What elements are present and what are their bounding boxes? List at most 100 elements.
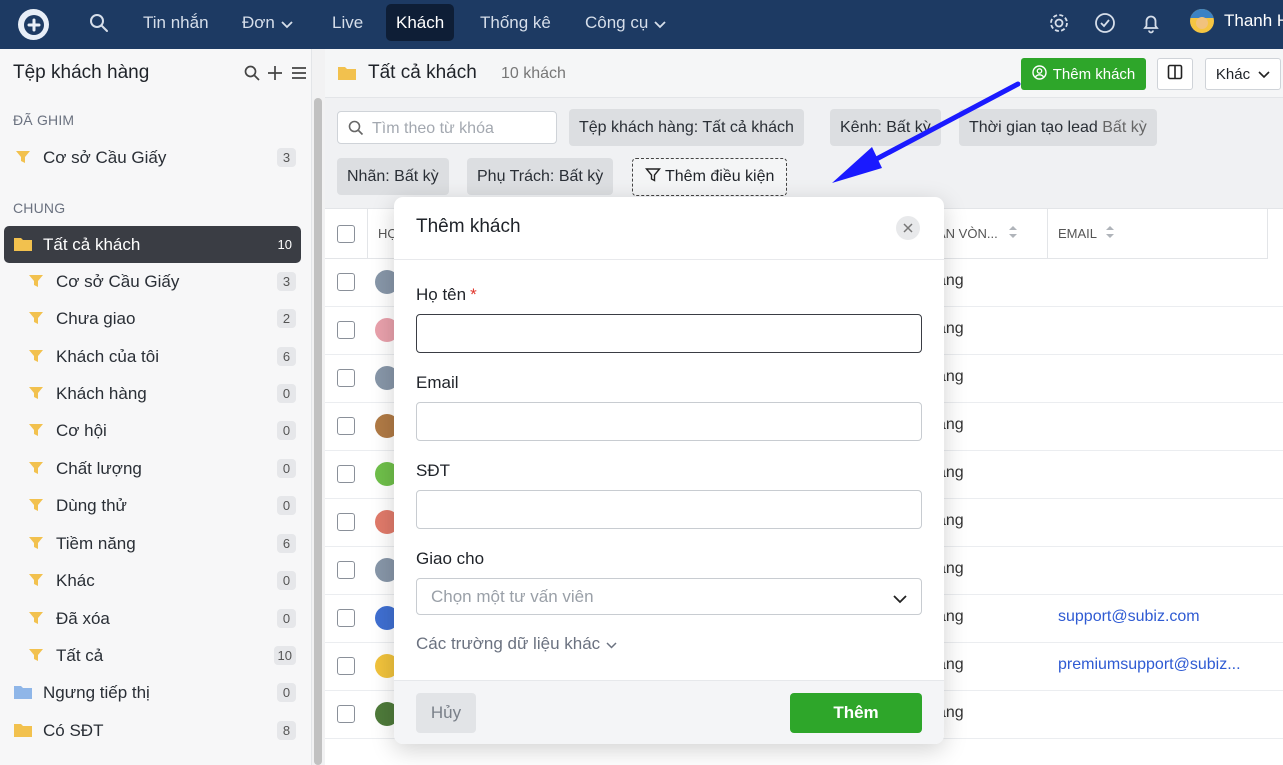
sidebar-item-label: Khách hàng [56, 384, 147, 403]
row-checkbox[interactable] [337, 465, 355, 483]
nav-messages[interactable]: Tin nhắn [133, 4, 219, 41]
row-checkbox[interactable] [337, 273, 355, 291]
column-header-stage[interactable]: ẠN VÒN... [937, 209, 1048, 259]
lead-time-filter-chip[interactable]: Thời gian tạo lead Bất kỳ [959, 109, 1157, 146]
add-condition-button[interactable]: Thêm điều kiện [632, 158, 788, 196]
sidebar-item[interactable]: Có SĐT 8 [4, 712, 301, 749]
sidebar-item[interactable]: Cơ hội 0 [4, 412, 301, 449]
filter-funnel-icon [28, 348, 44, 364]
sidebar-item-all-customers[interactable]: Tất cả khách 10 [4, 226, 301, 263]
sidebar-item[interactable]: Chất lượng 0 [4, 450, 301, 487]
columns-icon [1167, 64, 1183, 84]
row-email[interactable]: premiumsupport@subiz... [1058, 656, 1241, 674]
row-checkbox[interactable] [337, 657, 355, 675]
submit-add-button[interactable]: Thêm [790, 693, 922, 733]
keyword-search-input[interactable]: Tìm theo từ khóa [337, 111, 557, 144]
sidebar-pinned-item[interactable]: Cơ sở Cầu Giấy 3 [4, 139, 301, 176]
sidebar-item-count: 0 [277, 459, 296, 478]
row-checkbox[interactable] [337, 705, 355, 723]
name-field-label: Họ tên * [416, 285, 477, 305]
select-all-checkbox[interactable] [337, 224, 355, 243]
row-checkbox[interactable] [337, 561, 355, 579]
more-fields-label: Các trường dữ liệu khác [416, 634, 601, 653]
sidebar-item[interactable]: Khác 0 [4, 562, 301, 599]
search-icon[interactable] [89, 13, 109, 33]
close-icon[interactable] [896, 216, 920, 240]
tag-filter-chip[interactable]: Nhãn: Bất kỳ [337, 158, 449, 195]
layout-toggle-button[interactable] [1157, 58, 1193, 90]
filter-funnel-icon [28, 497, 44, 513]
name-input[interactable] [416, 314, 922, 353]
pinned-section-label: ĐÃ GHIM [13, 112, 75, 128]
nav-tools[interactable]: Công cụ [575, 4, 676, 41]
app-logo-icon[interactable] [18, 9, 49, 40]
nav-customers[interactable]: Khách [386, 4, 455, 41]
row-checkbox[interactable] [337, 417, 355, 435]
required-mark: * [470, 285, 477, 304]
lead-time-label: Thời gian tạo lead [969, 119, 1098, 136]
nav-live[interactable]: Live [322, 4, 373, 41]
add-customer-label: Thêm khách [1052, 65, 1136, 83]
sidebar-add-icon[interactable] [266, 64, 284, 82]
user-menu[interactable]: Thanh H [1190, 9, 1283, 33]
notification-bell-icon[interactable] [1140, 12, 1162, 34]
sidebar-item[interactable]: Đã xóa 0 [4, 600, 301, 637]
filter-funnel-icon [28, 647, 44, 663]
email-input[interactable] [416, 402, 922, 441]
sidebar-scrollbar[interactable] [312, 49, 325, 765]
sidebar-item-count: 6 [277, 534, 296, 553]
sidebar-item-count: 3 [277, 148, 296, 167]
settings-gear-icon[interactable] [1048, 12, 1070, 34]
sidebar-item[interactable]: Khách của tôi 6 [4, 338, 301, 375]
sidebar-item-count: 2 [277, 309, 296, 328]
sidebar-item-label: Cơ sở Cầu Giấy [43, 148, 167, 167]
sidebar-item[interactable]: Tất cả 10 [4, 637, 301, 674]
sidebar-item-count: 0 [277, 571, 296, 590]
phone-input[interactable] [416, 490, 922, 529]
sidebar-item-count: 0 [277, 609, 296, 628]
user-avatar [1190, 9, 1214, 33]
row-email[interactable]: support@subiz.com [1058, 608, 1200, 626]
assign-agent-select[interactable]: Chọn một tư vấn viên [416, 578, 922, 615]
sidebar-title: Tệp khách hàng [13, 62, 150, 83]
sidebar-item-label: Chất lượng [56, 459, 142, 478]
assign-field-label: Giao cho [416, 549, 485, 568]
sidebar-item[interactable]: Dùng thử 0 [4, 487, 301, 524]
row-checkbox[interactable] [337, 609, 355, 627]
add-customer-button[interactable]: Thêm khách [1021, 58, 1146, 90]
sidebar-item[interactable]: Khách hàng 0 [4, 375, 301, 412]
nav-reports[interactable]: Thống kê [470, 4, 561, 41]
sidebar-menu-icon[interactable] [290, 64, 308, 82]
sidebar-scrollbar-thumb[interactable] [314, 98, 322, 765]
channel-filter-chip[interactable]: Kênh: Bất kỳ [830, 109, 941, 146]
add-customer-dialog: Thêm khách Họ tên * Email SĐT Giao cho Ch… [394, 197, 944, 744]
nav-reports-label: Thống kê [480, 13, 551, 32]
owner-filter-chip[interactable]: Phụ Trách: Bất kỳ [467, 158, 614, 195]
filter-funnel-icon [28, 535, 44, 551]
sidebar-item-label: Chưa giao [56, 309, 136, 328]
row-checkbox[interactable] [337, 513, 355, 531]
row-checkbox[interactable] [337, 369, 355, 387]
nav-customers-label: Khách [396, 13, 445, 32]
tasks-check-icon[interactable] [1094, 12, 1116, 34]
more-fields-toggle[interactable]: Các trường dữ liệu khác [416, 634, 617, 654]
column-email-label: EMAIL [1058, 226, 1098, 241]
sidebar-item-count: 6 [277, 347, 296, 366]
row-checkbox[interactable] [337, 321, 355, 339]
cancel-button[interactable]: Hủy [416, 693, 476, 733]
filter-funnel-icon [645, 167, 661, 188]
nav-orders[interactable]: Đơn [232, 4, 303, 41]
more-dropdown-button[interactable]: Khác [1205, 58, 1281, 90]
sidebar-item[interactable]: Tiềm năng 6 [4, 525, 301, 562]
sidebar-item[interactable]: Ngưng tiếp thị 0 [4, 674, 301, 711]
search-placeholder: Tìm theo từ khóa [372, 120, 494, 137]
column-header-email[interactable]: EMAIL [1048, 209, 1268, 259]
sidebar-item[interactable]: Cơ sở Cầu Giấy 3 [4, 263, 301, 300]
sidebar-item[interactable]: Chưa giao 2 [4, 300, 301, 337]
filter-funnel-icon [28, 310, 44, 326]
sidebar-item-label: Có SĐT [43, 721, 104, 740]
sidebar-search-icon[interactable] [243, 64, 261, 82]
segment-filter-chip[interactable]: Tệp khách hàng: Tất cả khách [569, 109, 804, 146]
sidebar-item-label: Ngưng tiếp thị [43, 683, 150, 702]
folder-icon [13, 236, 33, 252]
